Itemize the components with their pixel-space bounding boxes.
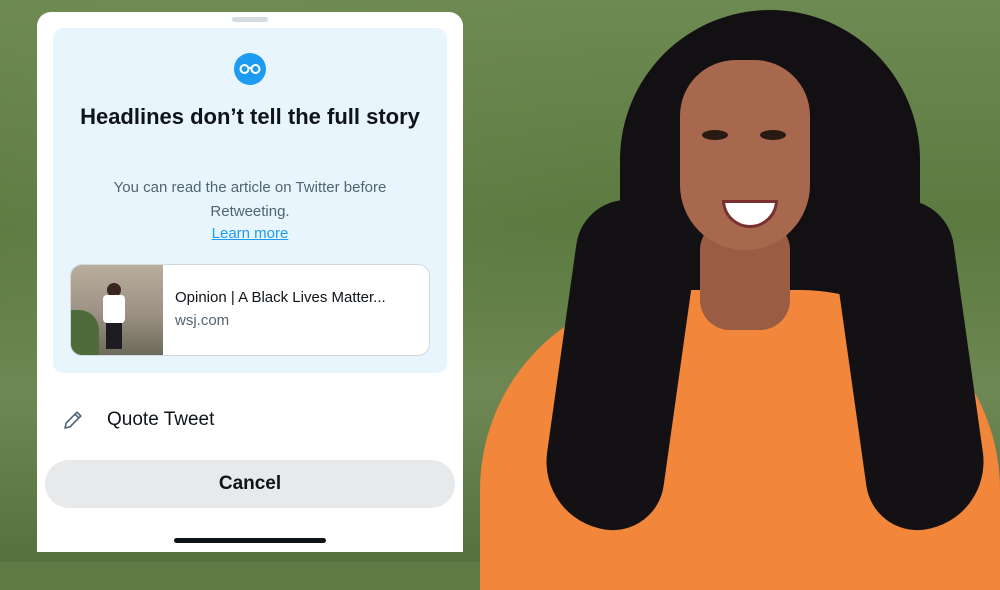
smile — [722, 200, 778, 228]
quote-tweet-option[interactable]: Quote Tweet — [37, 397, 463, 443]
retweet-sheet: Headlines don’t tell the full story You … — [37, 12, 463, 552]
left-eye — [702, 130, 728, 140]
learn-more-link[interactable]: Learn more — [53, 225, 447, 242]
article-domain: wsj.com — [175, 312, 230, 329]
prompt-body: You can read the article on Twitter befo… — [113, 179, 387, 220]
person-photo — [470, 0, 1000, 590]
sheet-grabber[interactable] — [232, 17, 268, 22]
face — [680, 60, 810, 250]
pencil-icon — [64, 411, 82, 429]
thumbnail-shirt — [103, 295, 125, 323]
thumbnail-legs — [106, 323, 122, 349]
glasses-icon — [234, 53, 266, 85]
article-card[interactable]: Opinion | A Black Lives Matter... wsj.co… — [70, 264, 430, 356]
cancel-button[interactable]: Cancel — [45, 460, 455, 508]
thumbnail-plants — [71, 310, 99, 355]
prompt-title: Headlines don’t tell the full story — [80, 104, 420, 129]
right-eye — [760, 130, 786, 140]
article-title: Opinion | A Black Lives Matter... — [175, 289, 386, 306]
read-article-prompt: Headlines don’t tell the full story You … — [53, 28, 447, 373]
home-indicator — [174, 538, 326, 543]
quote-tweet-label: Quote Tweet — [107, 409, 215, 430]
article-thumbnail — [71, 265, 163, 355]
